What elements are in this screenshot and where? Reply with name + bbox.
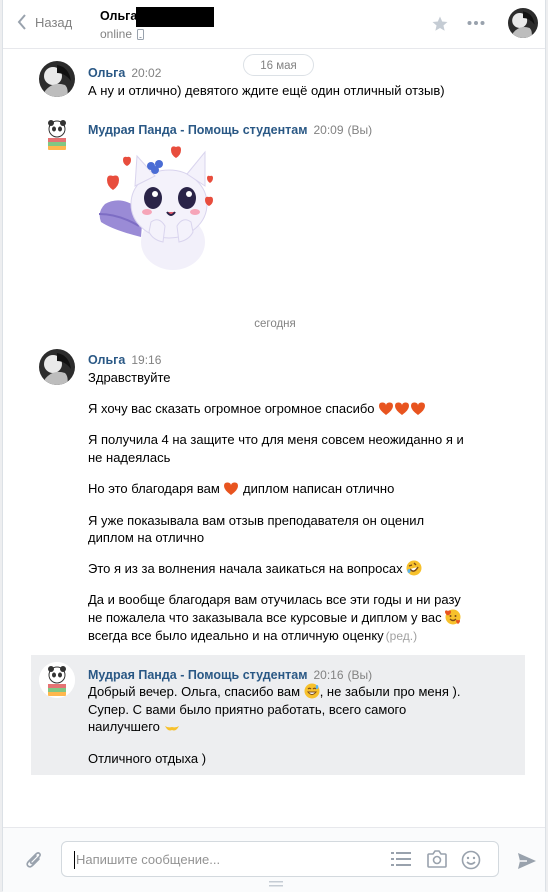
message-text-segment: Добрый вечер. Ольга, спасибо вам (88, 684, 301, 699)
message-text: Это я из за волнения начала заикаться на… (88, 560, 422, 577)
heart-icon (379, 402, 426, 415)
cat-sticker[interactable] (93, 142, 213, 272)
message-text: Да и вообще благодаря вам отучилась все … (88, 592, 461, 607)
author-avatar[interactable] (39, 61, 75, 97)
message-text: Но это благодаря вам диплом написан отли… (88, 480, 394, 497)
message-header: Ольга 20:02 (88, 64, 161, 82)
edited-mark[interactable]: (ред.) (386, 629, 417, 643)
message-header: Мудрая Панда - Помощь студентам 20:09 (Вы) (88, 121, 372, 139)
list-icon[interactable] (391, 852, 411, 866)
message-text-segment: Это я из за волнения начала заикаться на… (88, 561, 403, 576)
hands-icon (164, 726, 179, 731)
message-time[interactable]: 20:02 (131, 66, 161, 80)
back-label: Назад (35, 14, 73, 30)
author-avatar[interactable] (39, 349, 75, 385)
send-icon[interactable] (517, 852, 537, 870)
message-text: не надеялась (88, 450, 171, 465)
heart-icon (224, 482, 239, 495)
chat-window: Назад Ольга online 16 мая Ольга 20:02 А н… (2, 0, 546, 892)
message-input-placeholder: Напишите сообщение... (76, 852, 221, 867)
message-header: Ольга 19:16 (88, 351, 161, 369)
you-tag: (Вы) (347, 668, 373, 682)
camera-icon[interactable] (427, 850, 447, 868)
author-name[interactable]: Мудрая Панда - Помощь студентам (88, 668, 307, 682)
message-text: Я уже показывала вам отзыв преподавателя… (88, 513, 425, 528)
message-text-segment: , не забыли про меня ). (319, 684, 461, 699)
peer-status: online (100, 27, 145, 41)
text-caret (74, 851, 75, 869)
message-text: диплом на отлично (88, 530, 205, 545)
peer-name[interactable]: Ольга (100, 9, 137, 23)
chat-header: Назад Ольга online (3, 0, 545, 49)
smiling-face-hearts-icon (445, 609, 461, 625)
phone-icon (137, 28, 145, 40)
author-name[interactable]: Ольга (88, 353, 125, 367)
sweat-smile-icon (304, 683, 320, 699)
message-text: Я хочу вас сказать огромное огромное спа… (88, 400, 426, 417)
message-text: Добрый вечер. Ольга, спасибо вам , не за… (88, 683, 460, 700)
message-text-segment: не пожалела что заказывала все курсовые … (88, 610, 442, 625)
redacted-surname (136, 7, 214, 27)
message-text-segment: Но это благодаря вам (88, 481, 220, 496)
star-icon[interactable] (431, 15, 449, 33)
message-text-segment: Я хочу вас сказать огромное огромное спа… (88, 401, 375, 416)
rofl-emoji-icon (406, 560, 422, 576)
peer-status-text: online (100, 27, 133, 41)
author-name[interactable]: Ольга (88, 66, 125, 80)
message-text: наилучшего (88, 718, 180, 735)
message-text-segment: всегда все было идеально и на отличную о… (88, 628, 384, 643)
message-time[interactable]: 19:16 (131, 353, 161, 367)
message-text-segment: диплом написан отлично (243, 481, 395, 496)
peer-avatar[interactable] (508, 8, 538, 38)
author-name[interactable]: Мудрая Панда - Помощь студентам (88, 123, 307, 137)
message-time[interactable]: 20:09 (313, 123, 343, 137)
date-separator: сегодня (254, 318, 296, 330)
message-text: не пожалела что заказывала все курсовые … (88, 609, 461, 626)
message-text: Я получила 4 на защите что для меня совс… (88, 432, 464, 447)
message-text-segment: наилучшего (88, 719, 160, 734)
message-text: А ну и отлично) девятого ждите ещё один … (88, 83, 445, 98)
back-button[interactable]: Назад (17, 14, 72, 30)
smile-icon[interactable] (461, 850, 481, 870)
more-icon[interactable] (467, 20, 485, 26)
paperclip-icon[interactable] (25, 850, 43, 870)
message-header: Мудрая Панда - Помощь студентам 20:16 (Вы) (88, 666, 372, 684)
you-tag: (Вы) (347, 123, 373, 137)
date-pill: 16 мая (243, 54, 314, 76)
message-text: Супер. С вами было приятно работать, все… (88, 702, 407, 717)
message-text: Отличного отдыха ) (88, 751, 207, 766)
message-text: всегда все было идеально и на отличную о… (88, 627, 417, 645)
message-time[interactable]: 20:16 (313, 668, 343, 682)
panda-avatar[interactable] (39, 662, 75, 698)
back-chevron-icon (17, 14, 26, 30)
panda-avatar[interactable] (39, 116, 75, 152)
resize-grip-icon[interactable] (269, 881, 283, 887)
message-text: Здравствуйте (88, 370, 171, 385)
